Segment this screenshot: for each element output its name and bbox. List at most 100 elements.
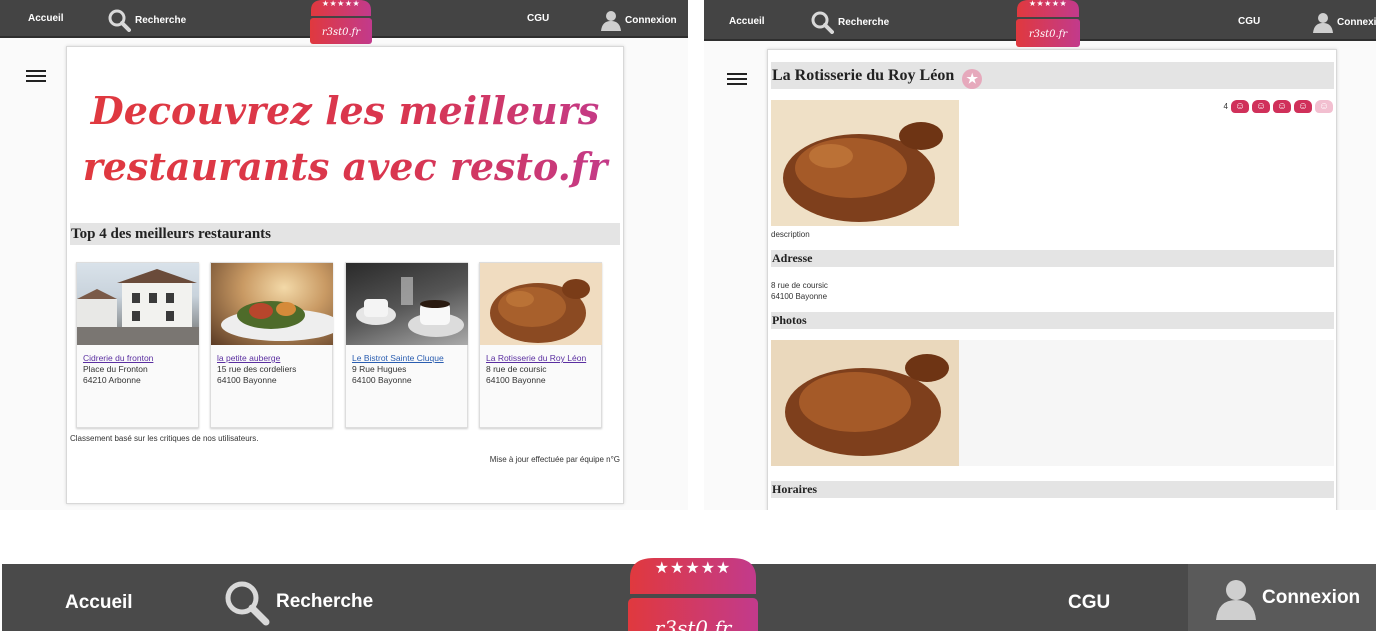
home-content: Decouvrez les meilleurs restaurants avec… — [66, 46, 624, 504]
favorite-star-icon[interactable]: ★ — [962, 69, 983, 89]
restaurant-street: 9 Rue Hugues — [352, 364, 407, 374]
hero-line-2: restaurants avec resto.fr — [82, 144, 608, 189]
logo-stars: ★★★★★ — [1028, 0, 1068, 8]
address-line-1: 8 rue de coursic — [771, 281, 828, 290]
restaurant-city: 64100 Bayonne — [486, 375, 546, 385]
search-icon — [107, 8, 131, 32]
site-logo[interactable]: ★★★★★ r3st0.fr — [1015, 0, 1081, 47]
restaurant-link[interactable]: Cidrerie du fronton — [83, 353, 153, 363]
restaurant-title-bar: La Rotisserie du Roy Léon ★ — [771, 62, 1334, 89]
address-heading: Adresse — [771, 250, 1334, 267]
restaurant-link[interactable]: la petite auberge — [217, 353, 280, 363]
smiley-icon: ☺ — [1231, 100, 1249, 113]
smiley-icon: ☺ — [1273, 100, 1291, 113]
nav-search[interactable]: Recherche — [107, 8, 186, 32]
food-plate-photo[interactable] — [211, 263, 333, 345]
restaurant-link[interactable]: La Rotisserie du Roy Léon — [486, 353, 586, 363]
user-icon — [600, 9, 622, 31]
nav-home-label: Accueil — [65, 592, 133, 613]
nav-home[interactable]: Accueil — [729, 16, 765, 27]
site-logo[interactable]: ★★★★★ r3st0.fr — [309, 0, 373, 44]
logo-text: r3st0.fr — [321, 27, 361, 38]
restaurant-link[interactable]: Le Bistrot Sainte Cluque — [352, 353, 444, 363]
nav-login[interactable]: Connexion — [600, 9, 677, 31]
nav-login-label: Connexion — [625, 14, 677, 26]
search-icon — [810, 10, 834, 34]
user-icon — [1312, 11, 1334, 33]
nav-home[interactable]: Accueil — [65, 592, 133, 614]
restaurant-card[interactable]: Le Bistrot Sainte Cluque 9 Rue Hugues 64… — [345, 262, 468, 428]
ranking-note: Classement basé sur les critiques de nos… — [70, 434, 259, 443]
restaurant-title: La Rotisserie du Roy Léon — [772, 67, 955, 84]
site-logo[interactable]: ★★★★★ r3st0.fr — [628, 558, 758, 631]
nav-home[interactable]: Accueil — [28, 13, 64, 24]
restaurant-street: 15 rue des cordeliers — [217, 364, 297, 374]
hero-line-1: Decouvrez les meilleurs — [90, 88, 600, 133]
detail-content: La Rotisserie du Roy Léon ★ 4 ☺ ☺ ☺ ☺ ☺ — [767, 49, 1337, 510]
nav-search[interactable]: Recherche — [222, 578, 373, 626]
restaurant-info: la petite auberge 15 rue des cordeliers … — [217, 353, 296, 386]
restaurant-card[interactable]: la petite auberge 15 rue des cordeliers … — [210, 262, 333, 428]
hours-title: Horaires — [772, 482, 818, 496]
restaurant-info: Le Bistrot Sainte Cluque 9 Rue Hugues 64… — [352, 353, 444, 386]
photos-title: Photos — [772, 313, 807, 327]
nav-cgu[interactable]: CGU — [527, 13, 549, 24]
hours-heading: Horaires — [771, 481, 1334, 498]
address-title: Adresse — [772, 251, 813, 265]
restaurant-city: 64210 Arbonne — [83, 375, 141, 385]
nav-search-label: Recherche — [838, 16, 890, 28]
nav-cgu-label: CGU — [527, 13, 550, 24]
top-restaurants-title: Top 4 des meilleurs restaurants — [71, 226, 272, 242]
restaurant-street: Place du Fronton — [83, 364, 148, 374]
logo-stars: ★★★★★ — [321, 0, 361, 8]
restaurant-card[interactable]: La Rotisserie du Roy Léon 8 rue de cours… — [479, 262, 602, 428]
roast-chicken-photo[interactable] — [480, 263, 602, 345]
address-line-2: 64100 Bayonne — [771, 292, 828, 301]
nav-search-label: Recherche — [135, 14, 187, 26]
update-note: Mise à jour effectuée par équipe n°G — [489, 455, 620, 464]
address-text: 8 rue de coursic 64100 Bayonne — [771, 280, 828, 302]
smiley-icon: ☺ — [1252, 100, 1270, 113]
restaurant-street: 8 rue de coursic — [486, 364, 547, 374]
nav-cgu-label: CGU — [1068, 592, 1111, 613]
photos-heading: Photos — [771, 312, 1334, 329]
screenshot-collage: Accueil Recherche CGU Connexion ★★★★★ r3… — [0, 0, 1376, 631]
hero-title: Decouvrez les meilleurs restaurants avec… — [67, 83, 623, 195]
detail-page-panel: Accueil Recherche CGU Connexion — [704, 0, 1376, 510]
nav-login-label: Connexion — [1337, 16, 1376, 28]
nav-search-label: Recherche — [276, 591, 374, 612]
rating: 4 ☺ ☺ ☺ ☺ ☺ — [1224, 100, 1333, 113]
restaurant-card[interactable]: Cidrerie du fronton Place du Fronton 642… — [76, 262, 199, 428]
restaurant-description: description — [771, 230, 810, 239]
nav-home-label: Accueil — [28, 13, 64, 24]
restaurant-main-photo[interactable] — [771, 100, 959, 226]
search-icon — [222, 578, 270, 626]
nav-login-label: Connexion — [1262, 586, 1361, 608]
nav-login[interactable]: Connexion — [1312, 11, 1376, 33]
restaurant-info: Cidrerie du fronton Place du Fronton 642… — [83, 353, 153, 386]
nav-login[interactable]: Connexion — [1188, 564, 1376, 631]
logo-text: r3st0.fr — [1028, 29, 1068, 40]
menu-icon[interactable] — [26, 70, 46, 85]
menu-icon[interactable] — [727, 73, 747, 88]
home-page-panel: Accueil Recherche CGU Connexion ★★★★★ r3… — [0, 0, 688, 510]
restaurant-city: 64100 Bayonne — [217, 375, 277, 385]
gallery-photo[interactable] — [771, 340, 959, 466]
photo-gallery — [771, 340, 1334, 466]
nav-cgu[interactable]: CGU — [1068, 592, 1110, 614]
nav-search[interactable]: Recherche — [810, 10, 889, 34]
nav-cgu[interactable]: CGU — [1238, 16, 1260, 27]
top-restaurants-heading: Top 4 des meilleurs restaurants — [70, 223, 620, 245]
zoomed-navbar-panel: Accueil Recherche CGU Connexion ★★★★★ r3… — [0, 558, 1376, 631]
coffee-cups-photo[interactable] — [346, 263, 468, 345]
user-icon — [1214, 576, 1258, 620]
smiley-icon: ☺ — [1294, 100, 1312, 113]
house-photo[interactable] — [77, 263, 199, 345]
nav-cgu-label: CGU — [1238, 16, 1261, 27]
nav-home-label: Accueil — [729, 16, 765, 27]
smiley-empty-icon: ☺ — [1315, 100, 1333, 113]
logo-text: r3st0.fr — [654, 616, 732, 631]
logo-stars: ★★★★★ — [654, 560, 732, 577]
restaurant-city: 64100 Bayonne — [352, 375, 412, 385]
rating-value: 4 — [1223, 102, 1228, 111]
